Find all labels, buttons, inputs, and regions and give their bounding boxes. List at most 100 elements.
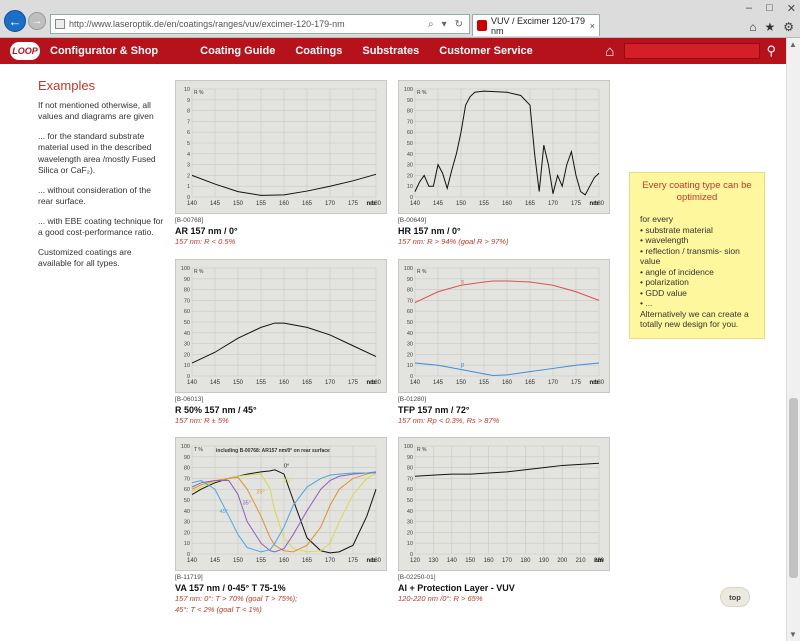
x-tick-label: 155 <box>479 380 490 386</box>
y-tick-label: 60 <box>407 487 413 493</box>
info-list: • substrate material • wavelength • refl… <box>640 225 754 309</box>
y-tick-label: 90 <box>184 277 190 283</box>
y-tick-label: 40 <box>184 509 190 515</box>
close-tab-icon[interactable]: × <box>590 21 599 31</box>
refresh-icon[interactable]: ↻ <box>455 19 463 30</box>
chart-spec: 157 nm: R > 94% (goal R > 97%) <box>398 237 509 246</box>
y-tick-label: 20 <box>184 530 190 536</box>
scroll-down-icon[interactable]: ▼ <box>789 630 797 639</box>
home-icon[interactable]: ⌂ <box>749 20 756 34</box>
chart-id: [B-11719] <box>175 574 203 581</box>
y-tick-label: 80 <box>407 288 413 294</box>
back-button[interactable]: ← <box>4 10 26 32</box>
nav-coatings[interactable]: Coatings <box>295 45 342 57</box>
scrollbar[interactable]: ▲ ▼ <box>786 38 800 641</box>
chart-block-al: 0 10 20 30 40 50 60 70 80 90 100 120 130 140 150 160 170… <box>398 437 610 604</box>
chart-id: [B-01280] <box>398 396 427 403</box>
intro-text: ... with EBE coating technique for a goo… <box>38 215 164 238</box>
search-icon[interactable]: ⚲ <box>766 43 776 59</box>
x-tick-label: 170 <box>325 380 336 386</box>
chart-block-va: 0 10 20 30 40 50 60 70 80 90 100 140 145 150 155 160 165… <box>175 437 387 614</box>
series-label: 25° <box>256 490 264 496</box>
chart-spec: 157 nm: R < 0.5% <box>175 237 236 246</box>
info-intro: for every <box>640 214 674 224</box>
x-axis-label: nm <box>590 380 599 386</box>
y-tick-label: 60 <box>407 130 413 136</box>
arrow-right-icon: → <box>31 15 43 27</box>
x-tick-label: 150 <box>233 380 244 386</box>
x-axis-label: nm <box>367 380 376 386</box>
scroll-thumb[interactable] <box>789 398 798 578</box>
scroll-top-button[interactable]: top <box>720 587 750 607</box>
chart-id: [B-06013] <box>175 396 204 403</box>
x-tick-label: 150 <box>233 201 244 207</box>
home-icon[interactable]: ⌂ <box>605 43 614 60</box>
nav-substrates[interactable]: Substrates <box>362 45 419 57</box>
x-tick-label: 170 <box>548 201 559 207</box>
y-tick-label: 20 <box>407 173 413 179</box>
list-item: • GDD value <box>640 287 687 298</box>
chart-svg: 0102030405060708090100120 130 140 150 160 170… <box>404 444 605 564</box>
chart-annotation: including B-00768: AR157 nm/0° on rear s… <box>216 448 330 454</box>
examples-intro: Examples If not mentioned otherwise, all… <box>38 79 164 278</box>
chart-spec: 157 nm: 0°: T > 70% (goal T > 75%); <box>175 594 298 603</box>
x-tick-label: 150 <box>465 558 476 564</box>
url-text[interactable]: http://www.laseroptik.de/en/coatings/ran… <box>69 19 345 29</box>
gear-icon[interactable]: ⚙ <box>783 20 794 34</box>
x-tick-label: 160 <box>502 201 513 207</box>
nav-configurator-shop[interactable]: Configurator & Shop <box>50 45 158 57</box>
y-tick-label: 70 <box>184 298 190 304</box>
x-tick-label: 175 <box>571 201 582 207</box>
y-tick-label: 50 <box>184 320 190 326</box>
window-controls: – □ ✕ <box>746 2 796 15</box>
tab-title: VUV / Excimer 120-179 nm <box>490 15 586 36</box>
x-tick-label: 155 <box>256 201 267 207</box>
logo[interactable]: LOOP <box>10 42 40 60</box>
nav-customer-service[interactable]: Customer Service <box>439 45 533 57</box>
list-item: • angle of incidence <box>640 266 714 277</box>
dropdown-icon[interactable]: ▾ <box>442 19 447 30</box>
chart-tfp: 0 10 20 30 40 50 60 70 80 90 100 140 145 150 155 160 165… <box>398 259 610 393</box>
chart-title: HR 157 nm / 0° <box>398 226 461 236</box>
y-tick-label: 10 <box>407 184 413 190</box>
y-tick-label: 20 <box>184 352 190 358</box>
chart-spec: 157 nm: Rp < 0.3%, Rs > 87% <box>398 416 500 425</box>
chart-hr: 0 10 20 30 40 50 60 70 80 90 100 140 145 150 155 160 165… <box>398 80 610 214</box>
x-tick-label: 175 <box>348 380 359 386</box>
y-tick-label: 4 <box>187 152 190 158</box>
y-tick-label: 100 <box>404 444 413 450</box>
chart-id: [B-00768] <box>175 217 204 224</box>
y-tick-label: 60 <box>184 309 190 315</box>
x-tick-label: 200 <box>557 558 568 564</box>
address-bar[interactable]: http://www.laseroptik.de/en/coatings/ran… <box>50 14 470 34</box>
star-icon[interactable]: ★ <box>764 20 775 34</box>
scroll-up-icon[interactable]: ▲ <box>789 40 797 49</box>
chart-svg: 012345678910140 145 150 155 160 165 170 175 180R… <box>184 87 382 207</box>
x-tick-label: 140 <box>187 380 198 386</box>
favicon-icon <box>477 20 487 31</box>
search-input[interactable] <box>624 43 761 59</box>
x-tick-label: 155 <box>479 201 490 207</box>
forward-button[interactable]: → <box>28 12 46 30</box>
y-axis-label: R % <box>417 269 427 275</box>
search-icon[interactable]: ⌕ <box>428 19 434 30</box>
chart-title: Al + Protection Layer - VUV <box>398 583 515 593</box>
x-tick-label: 190 <box>539 558 550 564</box>
y-tick-label: 8 <box>187 109 190 115</box>
x-tick-label: 170 <box>325 558 336 564</box>
minimize-button[interactable]: – <box>746 2 752 15</box>
y-tick-label: 10 <box>184 541 190 547</box>
y-tick-label: 30 <box>184 520 190 526</box>
nav-coating-guide[interactable]: Coating Guide <box>200 45 275 57</box>
series-label: 15° <box>284 479 292 485</box>
maximize-button[interactable]: □ <box>766 2 773 15</box>
y-tick-label: 70 <box>407 476 413 482</box>
y-tick-label: 50 <box>407 320 413 326</box>
close-window-button[interactable]: ✕ <box>787 2 796 15</box>
y-tick-label: 30 <box>407 342 413 348</box>
intro-text: ... without consideration of the rear su… <box>38 184 151 207</box>
y-tick-label: 1 <box>187 184 190 190</box>
tab-current[interactable]: VUV / Excimer 120-179 nm × <box>472 14 600 36</box>
y-tick-label: 6 <box>187 130 190 136</box>
y-tick-label: 2 <box>187 173 190 179</box>
